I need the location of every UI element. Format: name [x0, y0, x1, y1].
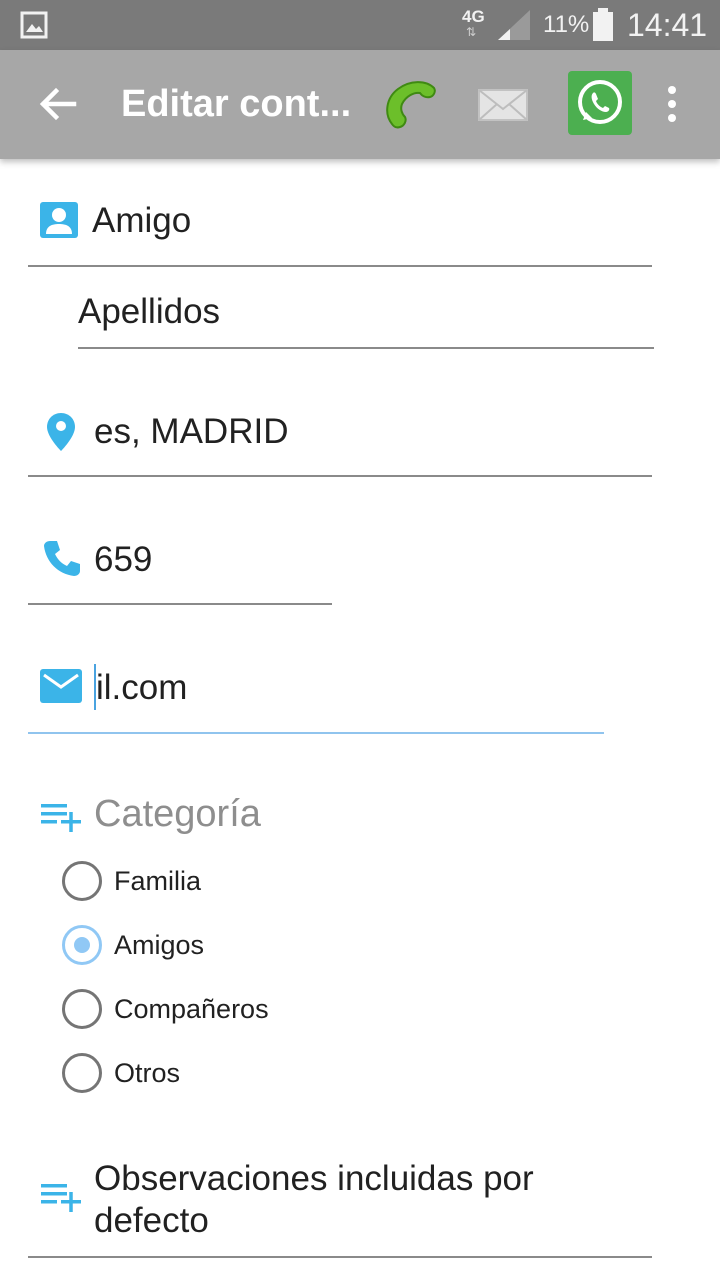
observations-underline	[28, 1256, 652, 1258]
name-field[interactable]: Amigo	[92, 201, 191, 241]
radio-label: Compañeros	[114, 994, 269, 1024]
email-field-icon	[40, 669, 82, 703]
app-bar: Editar cont...	[0, 50, 720, 159]
surname-field[interactable]: Apellidos	[78, 292, 220, 332]
email-underline	[28, 732, 604, 734]
whatsapp-icon[interactable]	[568, 71, 632, 135]
radio-familia[interactable]: Familia	[62, 861, 462, 901]
back-arrow-icon[interactable]	[36, 82, 80, 126]
observations-field[interactable]: Observaciones incluidas por defecto	[94, 1158, 614, 1242]
email-icon[interactable]	[476, 82, 532, 126]
phone-field[interactable]: 659	[94, 540, 152, 580]
radio-button-checked[interactable]	[62, 925, 102, 965]
phone-underline	[28, 603, 332, 605]
battery-percent: 11%	[543, 11, 590, 38]
radio-label: Familia	[114, 866, 202, 896]
page-title: Editar cont...	[121, 83, 352, 125]
category-title: Categoría	[94, 793, 261, 835]
status-bar: 4G ⇅ 11% 14:41	[0, 0, 720, 50]
clock: 14:41	[627, 7, 708, 43]
battery-icon	[593, 8, 613, 41]
radio-amigos[interactable]: Amigos	[62, 925, 462, 965]
contact-person-icon	[40, 202, 78, 238]
call-phone-icon[interactable]	[380, 76, 440, 136]
playlist-add-icon	[41, 1184, 81, 1212]
radio-label: Amigos	[114, 930, 205, 960]
image-notification-icon	[20, 11, 48, 39]
address-field[interactable]: es, MADRID	[94, 412, 288, 452]
radio-button-unchecked[interactable]	[62, 989, 102, 1029]
location-pin-icon	[47, 413, 75, 451]
playlist-add-icon	[41, 804, 81, 832]
radio-otros[interactable]: Otros	[62, 1053, 462, 1093]
radio-selected-dot	[74, 937, 90, 953]
surname-underline	[78, 347, 654, 349]
radio-button-unchecked[interactable]	[62, 1053, 102, 1093]
address-underline	[28, 475, 652, 477]
signal-icon	[498, 10, 530, 40]
phone-icon	[44, 541, 80, 576]
name-underline	[28, 265, 652, 267]
radio-companeros[interactable]: Compañeros	[62, 989, 462, 1029]
data-arrows-icon: ⇅	[466, 25, 477, 39]
network-type: 4G	[462, 7, 485, 26]
email-field[interactable]: il.com	[96, 668, 187, 708]
radio-button-unchecked[interactable]	[62, 861, 102, 901]
more-options-icon[interactable]	[658, 82, 686, 126]
radio-label: Otros	[114, 1058, 181, 1088]
